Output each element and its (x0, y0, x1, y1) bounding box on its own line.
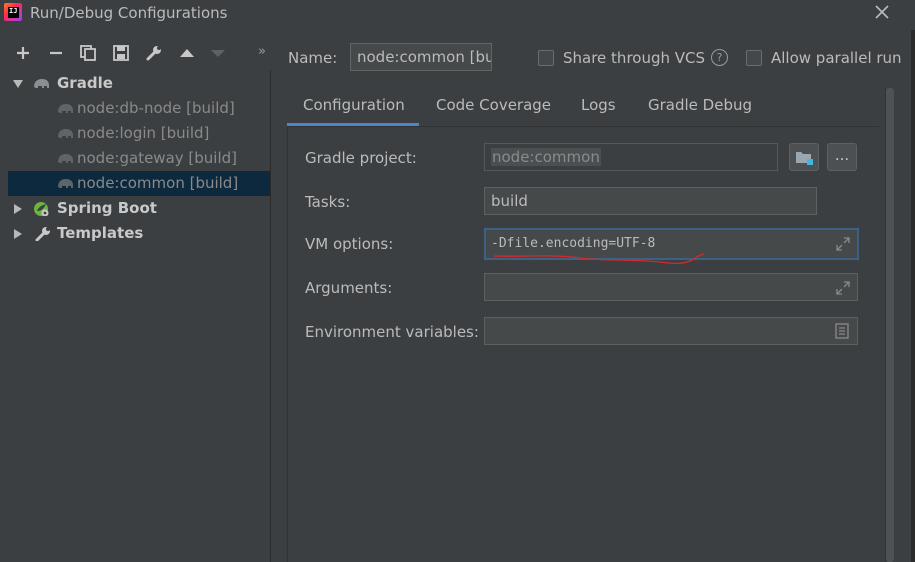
browse-gradle-project-button[interactable] (789, 143, 819, 171)
tree-item-label: node:login [build] (77, 124, 210, 142)
help-icon[interactable]: ? (711, 49, 728, 66)
name-input[interactable]: node:common [build] (350, 43, 492, 71)
tree-item-templates[interactable]: Templates (8, 221, 270, 246)
environment-variables-label: Environment variables: (305, 323, 479, 341)
remove-configuration-button[interactable] (47, 44, 65, 62)
tree-item-label: node:db-node [build] (77, 99, 235, 117)
window-edge (911, 30, 915, 562)
expand-icon (836, 237, 850, 251)
environment-variables-input[interactable] (484, 317, 858, 345)
tasks-label: Tasks: (305, 193, 351, 211)
share-vcs-label[interactable]: Share through VCS (563, 49, 705, 67)
tree-item-gateway[interactable]: node:gateway [build] (8, 146, 270, 171)
expand-arrow-icon[interactable] (14, 229, 22, 239)
gradle-elephant-icon (58, 154, 73, 163)
wrench-icon (146, 46, 161, 61)
expand-arrow-icon[interactable] (13, 80, 23, 88)
expand-icon (836, 281, 850, 295)
allow-parallel-checkbox[interactable] (746, 50, 762, 66)
minus-icon (50, 51, 62, 55)
document-icon (835, 323, 849, 339)
gradle-project-value: node:common (491, 148, 601, 166)
copy-icon (80, 45, 96, 61)
tree-item-login[interactable]: node:login [build] (8, 121, 270, 146)
red-annotation-underline (493, 253, 705, 264)
copy-configuration-button[interactable] (79, 44, 97, 62)
tree-item-label: Gradle (57, 74, 113, 92)
gradle-elephant-icon (58, 129, 73, 138)
close-window-button[interactable] (872, 2, 892, 22)
tree-item-label: Spring Boot (57, 199, 157, 217)
gradle-project-field[interactable]: node:common (484, 143, 778, 171)
select-module-button[interactable]: ... (827, 143, 857, 171)
tree-item-label: Templates (57, 224, 144, 242)
tab-logs[interactable]: Logs (581, 96, 616, 126)
expand-arrow-icon[interactable] (14, 204, 22, 214)
panel-border (287, 127, 288, 562)
gradle-project-label: Gradle project: (305, 149, 417, 167)
folder-icon (796, 152, 813, 165)
arrow-up-icon (180, 49, 194, 57)
intellij-app-icon: IJ (4, 3, 22, 21)
add-configuration-button[interactable] (14, 44, 32, 62)
tab-code-coverage[interactable]: Code Coverage (436, 96, 551, 126)
arguments-input[interactable] (484, 273, 858, 301)
tab-configuration[interactable]: Configuration (303, 96, 405, 126)
tree-item-gradle[interactable]: Gradle (8, 71, 270, 96)
move-up-button[interactable] (178, 44, 196, 62)
edit-environment-variables-button[interactable] (834, 323, 850, 339)
edit-defaults-button[interactable] (145, 44, 163, 62)
vm-options-label: VM options: (305, 235, 394, 253)
configuration-tree[interactable]: Gradle node:db-node [build] node:login [… (8, 70, 270, 562)
scrollbar-thumb[interactable] (886, 88, 894, 562)
save-icon (113, 45, 129, 61)
tab-gradle-debug[interactable]: Gradle Debug (648, 96, 752, 126)
arrow-down-icon (211, 50, 225, 57)
close-icon (875, 5, 889, 19)
tree-item-spring-boot[interactable]: Spring Boot (8, 196, 270, 221)
allow-parallel-label[interactable]: Allow parallel run (771, 49, 902, 67)
splitter[interactable] (270, 70, 271, 562)
tree-item-db-node[interactable]: node:db-node [build] (8, 96, 270, 121)
save-configuration-button[interactable] (112, 44, 130, 62)
move-down-button[interactable] (209, 44, 227, 62)
window-title: Run/Debug Configurations (30, 4, 228, 22)
expand-arguments-button[interactable] (835, 280, 851, 296)
tasks-input[interactable]: build (484, 187, 817, 215)
more-actions-button[interactable]: » (258, 44, 266, 59)
gradle-elephant-icon (58, 104, 73, 113)
gradle-elephant-icon (34, 79, 49, 88)
spring-boot-icon (34, 202, 49, 216)
expand-vm-options-button[interactable] (835, 236, 851, 252)
plus-icon (17, 47, 29, 59)
share-vcs-checkbox[interactable] (538, 50, 554, 66)
tree-item-common[interactable]: node:common [build] (8, 171, 270, 196)
name-label: Name: (288, 49, 338, 67)
tree-item-label: node:common [build] (77, 174, 239, 192)
gradle-elephant-icon (58, 179, 73, 188)
arguments-label: Arguments: (305, 279, 393, 297)
wrench-icon (35, 227, 50, 241)
tree-item-label: node:gateway [build] (77, 149, 238, 167)
